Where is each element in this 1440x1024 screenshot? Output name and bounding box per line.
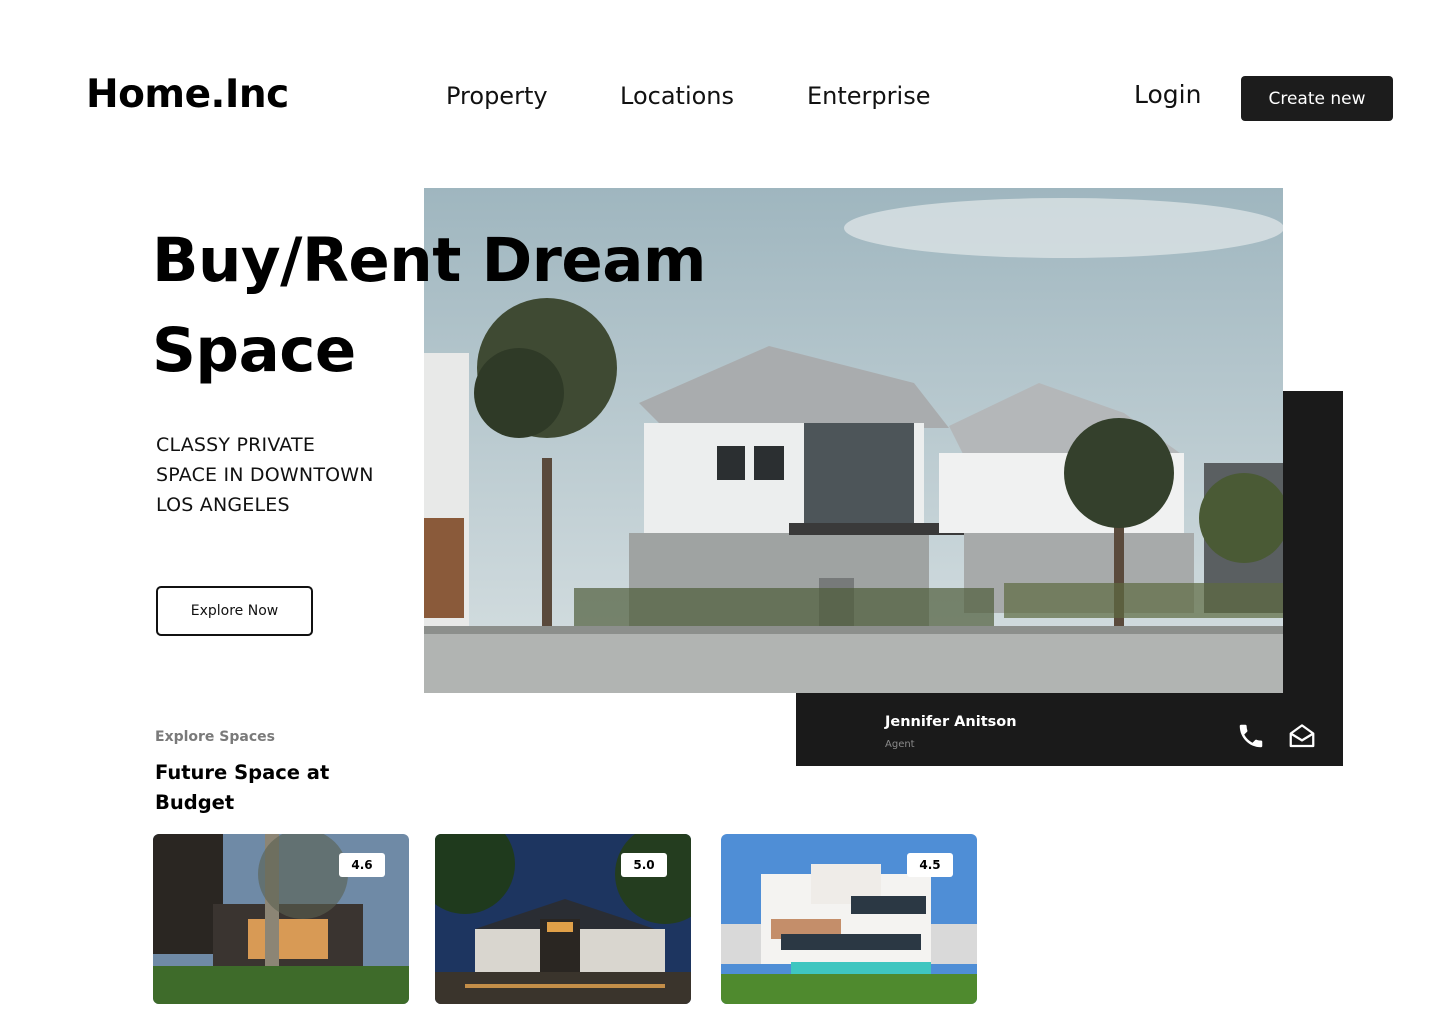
hero-title: Buy/Rent Dream Space [152, 216, 792, 396]
property-card[interactable]: 4.5 [721, 834, 977, 1004]
logo[interactable]: Home.Inc [86, 72, 289, 117]
login-link[interactable]: Login [1134, 80, 1201, 109]
explore-now-button[interactable]: Explore Now [156, 586, 313, 636]
property-card[interactable]: 5.0 [435, 834, 691, 1004]
rating-badge: 4.6 [339, 853, 385, 877]
hero-subtitle: CLASSY PRIVATE SPACE IN DOWNTOWN LOS ANG… [156, 434, 374, 516]
hero-title-line-1: Buy/Rent Dream [152, 225, 706, 296]
agent-role: Agent [885, 739, 915, 750]
create-new-button[interactable]: Create new [1241, 76, 1393, 121]
property-card[interactable]: 4.6 [153, 834, 409, 1004]
hero-title-line-2: Space [152, 315, 356, 386]
section-title: Future Space at Budget [155, 761, 330, 814]
nav-property[interactable]: Property [446, 82, 548, 110]
mail-open-icon[interactable] [1287, 721, 1317, 751]
phone-icon[interactable] [1236, 721, 1266, 751]
nav-locations[interactable]: Locations [620, 82, 734, 110]
nav-enterprise[interactable]: Enterprise [807, 82, 930, 110]
agent-name: Jennifer Anitson [885, 714, 1017, 730]
rating-badge: 5.0 [621, 853, 667, 877]
rating-badge: 4.5 [907, 853, 953, 877]
agent-card: Jennifer Anitson Agent [796, 693, 1343, 766]
section-label: Explore Spaces [155, 729, 275, 745]
